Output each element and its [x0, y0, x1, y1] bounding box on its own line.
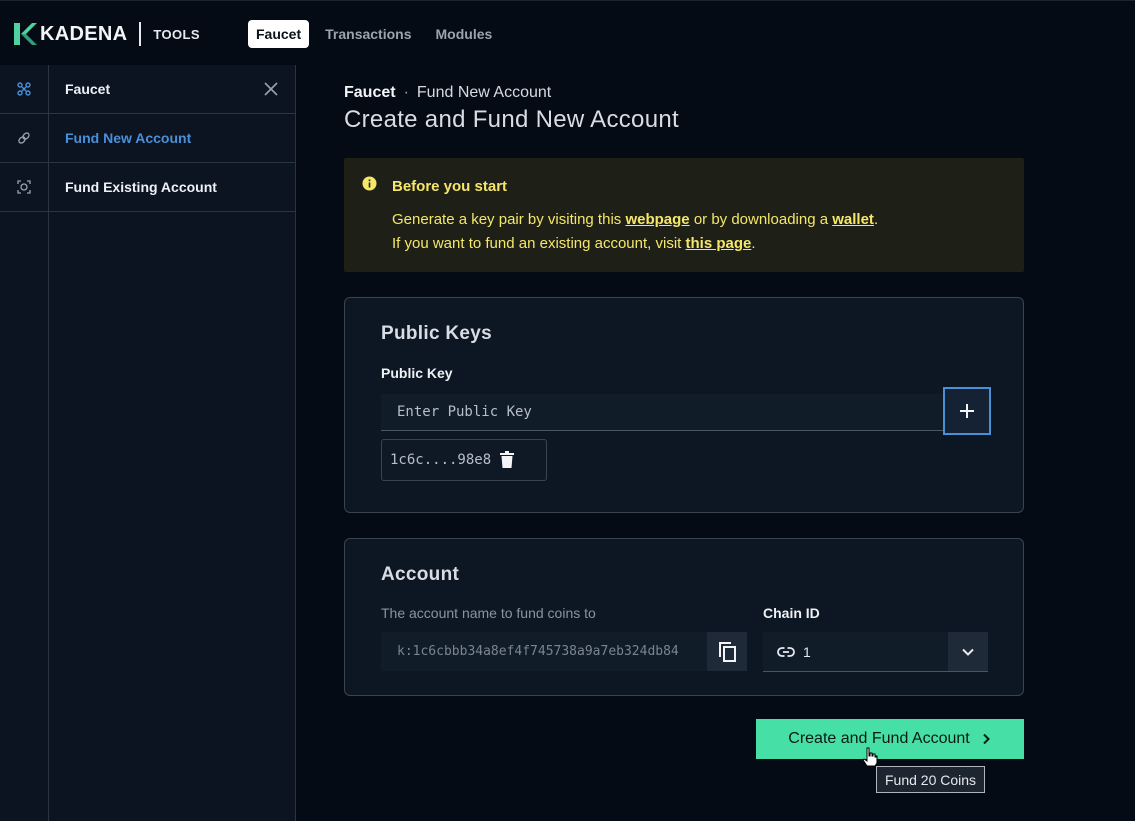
public-key-chip: 1c6c....98e8 [381, 439, 547, 481]
sidebar: Faucet Fund New Account Fund Existing Ac… [49, 65, 296, 821]
notice-line-1: Generate a key pair by visiting this web… [392, 208, 1024, 232]
chain-id-dropdown-toggle[interactable] [948, 632, 988, 671]
before-you-start-notice: Before you start Generate a key pair by … [344, 158, 1024, 272]
nav-modules[interactable]: Modules [428, 20, 501, 48]
public-key-input[interactable]: Enter Public Key [381, 394, 943, 431]
icon-rail [0, 65, 49, 821]
public-key-label: Public Key [381, 365, 453, 381]
add-public-key-button[interactable] [943, 387, 991, 435]
chevron-down-icon [962, 648, 974, 656]
faucet-icon [17, 82, 31, 96]
target-account-icon [17, 180, 31, 194]
sidebar-item-fund-existing-account[interactable]: Fund Existing Account [49, 163, 295, 212]
notice-line1-suffix: . [873, 211, 879, 228]
notice-line2-prefix: If you want to fund an existing account,… [392, 235, 682, 252]
wallet-link[interactable]: wallet [832, 211, 874, 228]
public-keys-title: Public Keys [381, 323, 493, 344]
main-content: Faucet · Fund New Account Create and Fun… [344, 65, 1024, 696]
copy-account-button[interactable] [707, 632, 747, 671]
brand-divider [139, 22, 142, 46]
nav-faucet[interactable]: Faucet [248, 20, 310, 48]
webpage-link[interactable]: webpage [625, 211, 689, 228]
notice-line2-suffix: . [751, 235, 756, 252]
page-title: Create and Fund New Account [344, 106, 679, 133]
sidebar-title: Faucet [65, 81, 111, 97]
breadcrumb: Faucet · Fund New Account [344, 84, 1024, 102]
fund-tooltip: Fund 20 Coins [876, 766, 986, 793]
sidebar-header: Faucet [49, 65, 295, 114]
public-key-value: 1c6c....98e8 [390, 452, 492, 468]
account-title: Account [381, 564, 460, 585]
top-bar: KADENA TOOLS Faucet Transactions Modules [0, 0, 1135, 65]
account-card: Account The account name to fund coins t… [344, 538, 1024, 696]
breadcrumb-separator: · [403, 84, 409, 101]
public-keys-card: Public Keys Public Key Enter Public Key … [344, 297, 1024, 513]
notice-line1-middle: or by downloading a [693, 211, 829, 228]
notice-body: Generate a key pair by visiting this web… [392, 208, 1024, 256]
rail-fund-existing-account-button[interactable] [0, 163, 48, 212]
rail-fund-new-account-button[interactable] [0, 114, 48, 163]
kadena-logo-icon [14, 23, 37, 45]
plus-icon [960, 404, 974, 418]
account-name-label: The account name to fund coins to [381, 605, 596, 621]
close-icon[interactable] [263, 81, 279, 97]
notice-line-2: If you want to fund an existing account,… [392, 232, 1024, 256]
submit-button-label: Create and Fund Account [788, 730, 970, 747]
notice-line1-prefix: Generate a key pair by visiting this [392, 211, 622, 228]
chain-id-value: 1 [803, 643, 811, 660]
sidebar-item-fund-new-account[interactable]: Fund New Account [49, 114, 295, 163]
link-icon [777, 646, 795, 657]
nav-transactions[interactable]: Transactions [317, 20, 419, 48]
link-coins-icon [18, 132, 30, 144]
info-icon [362, 176, 377, 191]
chain-id-label: Chain ID [763, 605, 820, 621]
breadcrumb-current: Fund New Account [416, 84, 552, 101]
top-navigation: Faucet Transactions Modules [248, 20, 500, 48]
chevron-right-icon [983, 733, 990, 745]
brand-product: TOOLS [153, 26, 200, 42]
breadcrumb-root[interactable]: Faucet [344, 84, 396, 102]
trash-icon[interactable] [499, 451, 515, 469]
copy-icon [719, 641, 736, 662]
brand-logo[interactable]: KADENA TOOLS [12, 21, 200, 47]
brand-name: KADENA [40, 22, 128, 45]
create-and-fund-account-button[interactable]: Create and Fund Account [756, 719, 1024, 759]
this-page-link[interactable]: this page [686, 235, 752, 252]
rail-faucet-button[interactable] [0, 65, 48, 114]
chain-id-select[interactable]: 1 [763, 632, 988, 672]
account-name-field[interactable]: k:1c6cbbb34a8ef4f745738a9a7eb324db84 [381, 632, 707, 671]
notice-title: Before you start [392, 178, 508, 195]
